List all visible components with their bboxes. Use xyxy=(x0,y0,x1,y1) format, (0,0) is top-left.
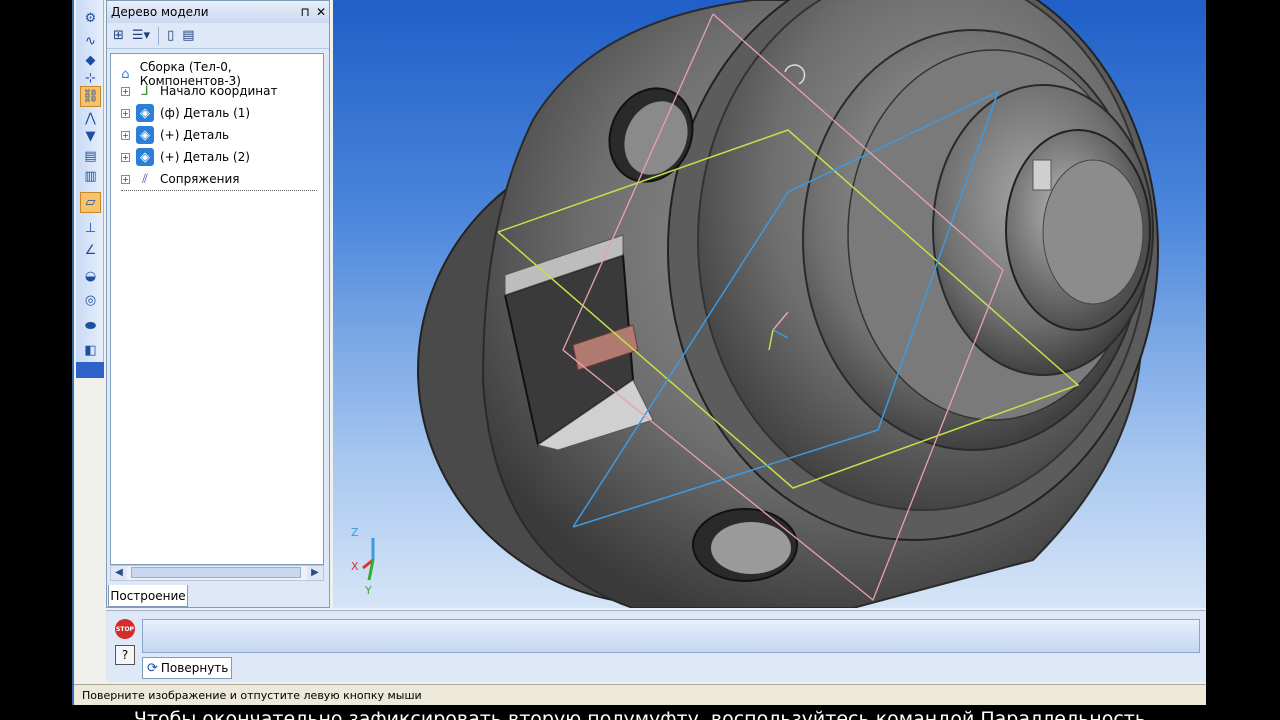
model-tree-panel: Дерево модели ⊓ ✕ ⊞ ☰▾ ▯ ▤ ⌂ Сборка (Тел… xyxy=(106,0,330,608)
video-subtitle: Чтобы окончательно зафиксировать вторую … xyxy=(133,708,1147,720)
pin-icon[interactable]: ⊓ xyxy=(297,5,313,19)
help-button[interactable]: ? xyxy=(115,645,135,665)
axis-x-label: X xyxy=(351,560,359,573)
perpendicular-icon[interactable]: ⊥ xyxy=(80,218,101,239)
expand-icon[interactable]: + xyxy=(121,130,130,140)
tree-item-label: Начало координат xyxy=(160,84,278,98)
curve-icon[interactable]: ∿ xyxy=(80,31,101,52)
axis-z-label: Z xyxy=(351,526,359,539)
rotate-icon: ⟳ xyxy=(147,660,158,676)
expand-icon[interactable]: + xyxy=(121,86,130,96)
tree-view: ⌂ Сборка (Тел-0, Компонентов-3) + ⅃ Нача… xyxy=(110,53,324,565)
tree-item-label: (ф) Деталь (1) xyxy=(160,106,251,120)
status-bar: Поверните изображение и отпустите левую … xyxy=(74,684,1206,705)
property-panel-area xyxy=(142,619,1200,653)
tree-toolbar: ⊞ ☰▾ ▯ ▤ xyxy=(107,23,329,49)
scroll-left-icon[interactable]: ◀ xyxy=(111,566,127,580)
tab-rotate-label: Повернуть xyxy=(160,661,229,675)
tab-rotate[interactable]: ⟳ Повернуть xyxy=(142,657,232,679)
tree-item-mates[interactable]: + ⫽ Сопряжения xyxy=(121,170,239,188)
expand-icon[interactable]: + xyxy=(121,174,130,184)
coupling-model-render: Z X Y xyxy=(351,0,1159,608)
tree-separator xyxy=(121,190,317,191)
part-icon: ◈ xyxy=(136,126,154,144)
origin-axes-icon: ⅃ xyxy=(141,83,149,99)
tree-titlebar: Дерево модели ⊓ ✕ xyxy=(107,1,329,23)
vertical-toolbar: ⚙ ∿ ◆ ⊹ ⛓ ⋀ ▼ ▤ ▥ ▱ ⊥ ∠ ◒ ◎ ⬬ ◧ xyxy=(76,0,104,378)
coaxial-icon[interactable]: ◎ xyxy=(80,290,101,311)
page-icon[interactable]: ▯ xyxy=(167,28,174,43)
status-text: Поверните изображение и отпустите левую … xyxy=(82,688,422,702)
report-icon[interactable]: ▥ xyxy=(80,166,101,187)
stop-button[interactable]: STOP xyxy=(115,619,135,639)
close-icon[interactable]: ✕ xyxy=(313,5,329,19)
app-window: ⚙ ∿ ◆ ⊹ ⛓ ⋀ ▼ ▤ ▥ ▱ ⊥ ∠ ◒ ◎ ⬬ ◧ Дерево м… xyxy=(72,0,1206,705)
tree-item-label: (+) Деталь xyxy=(160,128,230,142)
scroll-right-icon[interactable]: ▶ xyxy=(307,566,323,580)
filter-icon[interactable]: ▼ xyxy=(80,126,101,147)
mates-tool-icon[interactable]: ⛓ xyxy=(80,86,101,107)
tree-item-part-2[interactable]: + ◈ (+) Деталь (2) xyxy=(121,148,250,166)
assembly-icon: ⌂ xyxy=(121,66,130,82)
mates-icon: ⫽ xyxy=(142,171,148,187)
separator xyxy=(158,26,160,45)
axis-y-label: Y xyxy=(364,584,372,597)
tab-construction[interactable]: Построение xyxy=(108,585,188,607)
parallel-icon[interactable]: ▱ xyxy=(80,192,101,213)
tree-view-mode-icon[interactable]: ☰▾ xyxy=(132,28,150,43)
edit-assembly-icon[interactable]: ⚙ xyxy=(80,8,101,29)
tree-title: Дерево модели xyxy=(111,5,209,19)
tree-item-label: Сопряжения xyxy=(160,172,240,186)
horizontal-scrollbar[interactable]: ◀ ▶ xyxy=(110,565,324,581)
part-icon: ◈ xyxy=(136,148,154,166)
property-bar: STOP ? ⟳ Повернуть xyxy=(106,610,1206,682)
3d-viewport[interactable]: Z X Y xyxy=(333,0,1206,608)
tree-item-part[interactable]: + ◈ (+) Деталь xyxy=(121,126,229,144)
toolbar-expander[interactable] xyxy=(76,362,104,378)
tree-item-part-1[interactable]: + ◈ (ф) Деталь (1) xyxy=(121,104,250,122)
scroll-thumb[interactable] xyxy=(131,567,301,578)
distance-icon[interactable]: ⬬ xyxy=(80,316,101,337)
spec-icon[interactable]: ▤ xyxy=(80,146,101,167)
properties-icon[interactable]: ▤ xyxy=(182,28,194,43)
coincide-icon[interactable]: ◧ xyxy=(80,340,101,361)
angle-icon[interactable]: ∠ xyxy=(80,240,101,261)
tangent-icon[interactable]: ◒ xyxy=(80,266,101,287)
expand-icon[interactable]: + xyxy=(121,152,130,162)
part-icon: ◈ xyxy=(136,104,154,122)
tree-item-label: (+) Деталь (2) xyxy=(160,150,250,164)
tree-item-origin[interactable]: + ⅃ Начало координат xyxy=(121,82,277,100)
expand-icon[interactable]: + xyxy=(121,108,130,118)
tree-structure-icon[interactable]: ⊞ xyxy=(113,28,124,43)
